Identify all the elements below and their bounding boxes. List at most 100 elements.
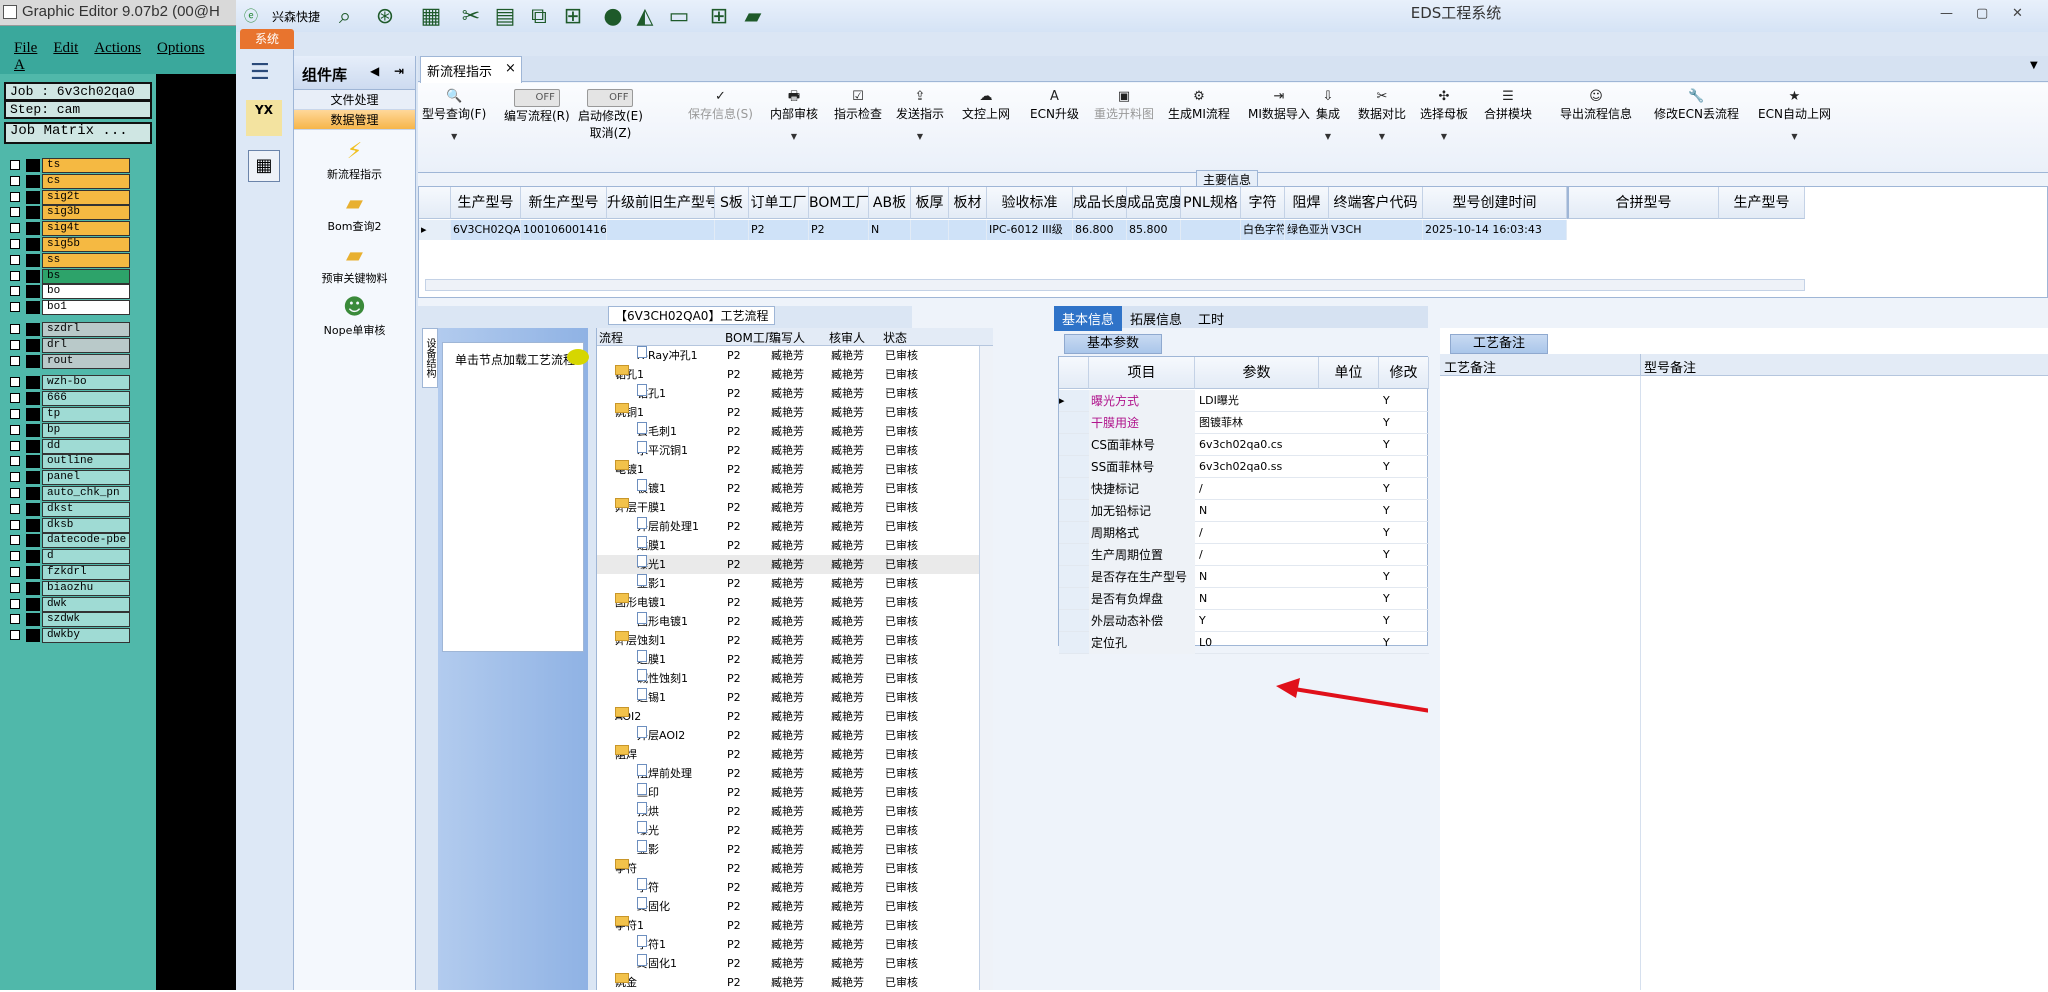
scissors-icon[interactable]: ✂ xyxy=(458,4,484,30)
tree-row[interactable]: ⊟阻焊 P2 臧艳芳 臧艳芳 已审核 xyxy=(597,745,993,764)
copy-icon[interactable]: ⧉ xyxy=(526,4,552,30)
menu-more[interactable]: A xyxy=(14,57,25,74)
layer-checkbox[interactable] xyxy=(10,302,20,313)
tree-row[interactable]: 图形电镀1 P2 臧艳芳 臧艳芳 已审核 xyxy=(597,612,993,631)
layer-row[interactable]: ts xyxy=(6,158,130,173)
layer-checkbox[interactable] xyxy=(10,355,20,366)
grid-col-header[interactable]: 成品长度 xyxy=(1073,187,1127,219)
layer-checkbox[interactable] xyxy=(10,324,20,334)
tree-row[interactable]: ⊟外层蚀刻1 P2 臧艳芳 臧艳芳 已审核 xyxy=(597,631,993,650)
film-icon[interactable]: ▤ xyxy=(492,4,518,30)
ribbon-button[interactable]: ✓ 保存信息(S) xyxy=(688,89,753,122)
layer-checkbox[interactable] xyxy=(10,582,20,593)
grid-col-header[interactable]: 合拼型号 xyxy=(1567,187,1719,219)
layer-checkbox[interactable] xyxy=(10,175,20,186)
tree-row[interactable]: ⊟字符 P2 臧艳芳 臧艳芳 已审核 xyxy=(597,859,993,878)
layer-row[interactable]: fzkdrl xyxy=(6,565,130,580)
layer-row[interactable]: szdwk xyxy=(6,612,130,628)
grid-col-header[interactable]: AB板 xyxy=(869,187,911,219)
tree-row[interactable]: ⊟AOI2 P2 臧艳芳 臧艳芳 已审核 xyxy=(597,707,993,726)
minimize-button[interactable]: — xyxy=(1940,6,1953,21)
user-icon[interactable]: ● xyxy=(600,4,626,30)
grid-cell[interactable]: 85.800 xyxy=(1127,220,1181,240)
grid-cell[interactable]: 6V3CH02QA0 xyxy=(451,220,521,240)
ribbon-button[interactable]: ▣ 重选开料图 xyxy=(1094,89,1154,122)
tree-row[interactable]: 碱性蚀刻1 P2 臧艳芳 臧艳芳 已审核 xyxy=(597,669,993,688)
toggle-switch[interactable]: OFF xyxy=(513,89,560,107)
layer-row[interactable]: drl xyxy=(6,337,130,353)
layer-row[interactable]: bs xyxy=(6,268,130,284)
layer-checkbox[interactable] xyxy=(10,440,20,451)
layer-row[interactable]: sig4t xyxy=(6,221,130,237)
grid-col-header[interactable]: 验收标准 xyxy=(987,187,1073,219)
grid-icon[interactable]: ⊞ xyxy=(560,4,586,30)
layer-checkbox[interactable] xyxy=(10,503,20,514)
layer-row[interactable]: sig2t xyxy=(6,189,130,205)
ribbon-button[interactable]: OFF 编写流程(R) xyxy=(504,89,570,124)
layer-row[interactable]: bo1 xyxy=(6,300,130,316)
ribbon-button[interactable]: ★ ECN自动上网 ▼ xyxy=(1758,89,1831,141)
layer-checkbox[interactable] xyxy=(10,207,20,218)
layer-checkbox[interactable] xyxy=(10,551,20,562)
layer-checkbox[interactable] xyxy=(10,377,20,388)
ribbon-button[interactable]: ✣ 选择母板 ▼ xyxy=(1420,89,1468,141)
ribbon-button[interactable]: ⇪ 发送指示 ▼ xyxy=(896,89,944,141)
layer-row[interactable]: d xyxy=(6,549,130,565)
grid-col-header[interactable]: BOM工厂 xyxy=(809,187,869,219)
grid-col-header[interactable]: 生产型号 xyxy=(451,187,521,219)
item-prereview[interactable]: ▰ 预审关键物料 xyxy=(294,244,415,286)
tree-row[interactable]: 丝印 P2 臧艳芳 臧艳芳 已审核 xyxy=(597,783,993,802)
grid-cell[interactable]: 白色字符 xyxy=(1241,220,1285,240)
grid-cell[interactable] xyxy=(715,220,749,240)
layer-checkbox[interactable] xyxy=(10,223,20,234)
grid-col-header[interactable]: 订单工厂 xyxy=(749,187,809,219)
tree-row[interactable]: 阻焊前处理 P2 臧艳芳 臧艳芳 已审核 xyxy=(597,764,993,783)
layer-row[interactable]: auto_chk_pn xyxy=(6,486,130,501)
tree-row[interactable]: ⊟外层干膜1 P2 臧艳芳 臧艳芳 已审核 xyxy=(597,498,993,517)
monitor-icon[interactable]: ▭ xyxy=(666,4,692,30)
grid-cell[interactable]: P2 xyxy=(749,220,809,240)
tree-row[interactable]: ⊟图形电镀1 P2 臧艳芳 臧艳芳 已审核 xyxy=(597,593,993,612)
maximize-button[interactable]: ▢ xyxy=(1976,6,1988,21)
lifebuoy-icon[interactable]: ⊛ xyxy=(372,4,398,30)
layer-row[interactable]: rout xyxy=(6,353,130,369)
dropdown-arrow-icon[interactable]: ▼ xyxy=(1420,132,1468,141)
layer-checkbox[interactable] xyxy=(10,598,20,609)
layer-row[interactable]: dwkby xyxy=(6,628,130,644)
layer-checkbox[interactable] xyxy=(10,254,20,265)
layer-checkbox[interactable] xyxy=(10,191,20,202)
tree-row[interactable]: 显影 P2 臧艳芳 臧艳芳 已审核 xyxy=(597,840,993,859)
grid-cell[interactable]: 2025-10-14 16:03:43 xyxy=(1423,220,1567,240)
layer-row[interactable]: biaozhu xyxy=(6,580,130,596)
ribbon-button[interactable]: ✂ 数据对比 ▼ xyxy=(1358,89,1406,141)
layer-row[interactable]: szdrl xyxy=(6,322,130,337)
layer-row[interactable]: dd xyxy=(6,438,130,454)
layer-row[interactable]: wzh-bo xyxy=(6,375,130,391)
tree-row[interactable]: 预烘 P2 臧艳芳 臧艳芳 已审核 xyxy=(597,802,993,821)
tree-row[interactable]: 曝光 P2 臧艳芳 臧艳芳 已审核 xyxy=(597,821,993,840)
table-icon[interactable]: ▦ xyxy=(418,4,444,30)
process-remarks-tab[interactable]: 工艺备注 xyxy=(1450,334,1548,354)
tree-row[interactable]: 去毛刺1 P2 臧艳芳 臧艳芳 已审核 xyxy=(597,422,993,441)
ribbon-button[interactable]: ☑ 指示检查 xyxy=(834,89,882,122)
layer-row[interactable]: sig3b xyxy=(6,205,130,221)
grid-cell[interactable]: P2 xyxy=(809,220,869,240)
layer-checkbox[interactable] xyxy=(10,630,20,641)
ribbon-button[interactable]: OFF 启动修改(E) 取消(Z) xyxy=(578,89,643,141)
layer-checkbox[interactable] xyxy=(10,488,20,498)
dropdown-arrow-icon[interactable]: ▼ xyxy=(422,132,486,141)
grid-cell[interactable]: N xyxy=(869,220,911,240)
dropdown-arrow-icon[interactable]: ▼ xyxy=(1358,132,1406,141)
section-file-processing[interactable]: 文件处理 xyxy=(294,90,415,110)
system-tab[interactable]: 系统 xyxy=(240,29,294,49)
ribbon-button[interactable]: A ECN升级 xyxy=(1030,89,1079,122)
tree-row[interactable]: ⊟电镀1 P2 臧艳芳 臧艳芳 已审核 xyxy=(597,460,993,479)
ribbon-button[interactable]: ☁ 文控上网 xyxy=(962,89,1010,122)
ribbon-button[interactable]: 🖶 内部审核 ▼ xyxy=(770,89,818,141)
layer-row[interactable]: cs xyxy=(6,173,130,189)
tree-row[interactable]: 退膜1 P2 臧艳芳 臧艳芳 已审核 xyxy=(597,650,993,669)
toggle-switch[interactable]: OFF xyxy=(587,89,634,107)
calculator-icon[interactable]: ▦ xyxy=(248,150,280,182)
tree-row[interactable]: 曝光1 P2 臧艳芳 臧艳芳 已审核 xyxy=(597,555,993,574)
collapse-left-icon[interactable]: ◀ xyxy=(370,64,379,78)
